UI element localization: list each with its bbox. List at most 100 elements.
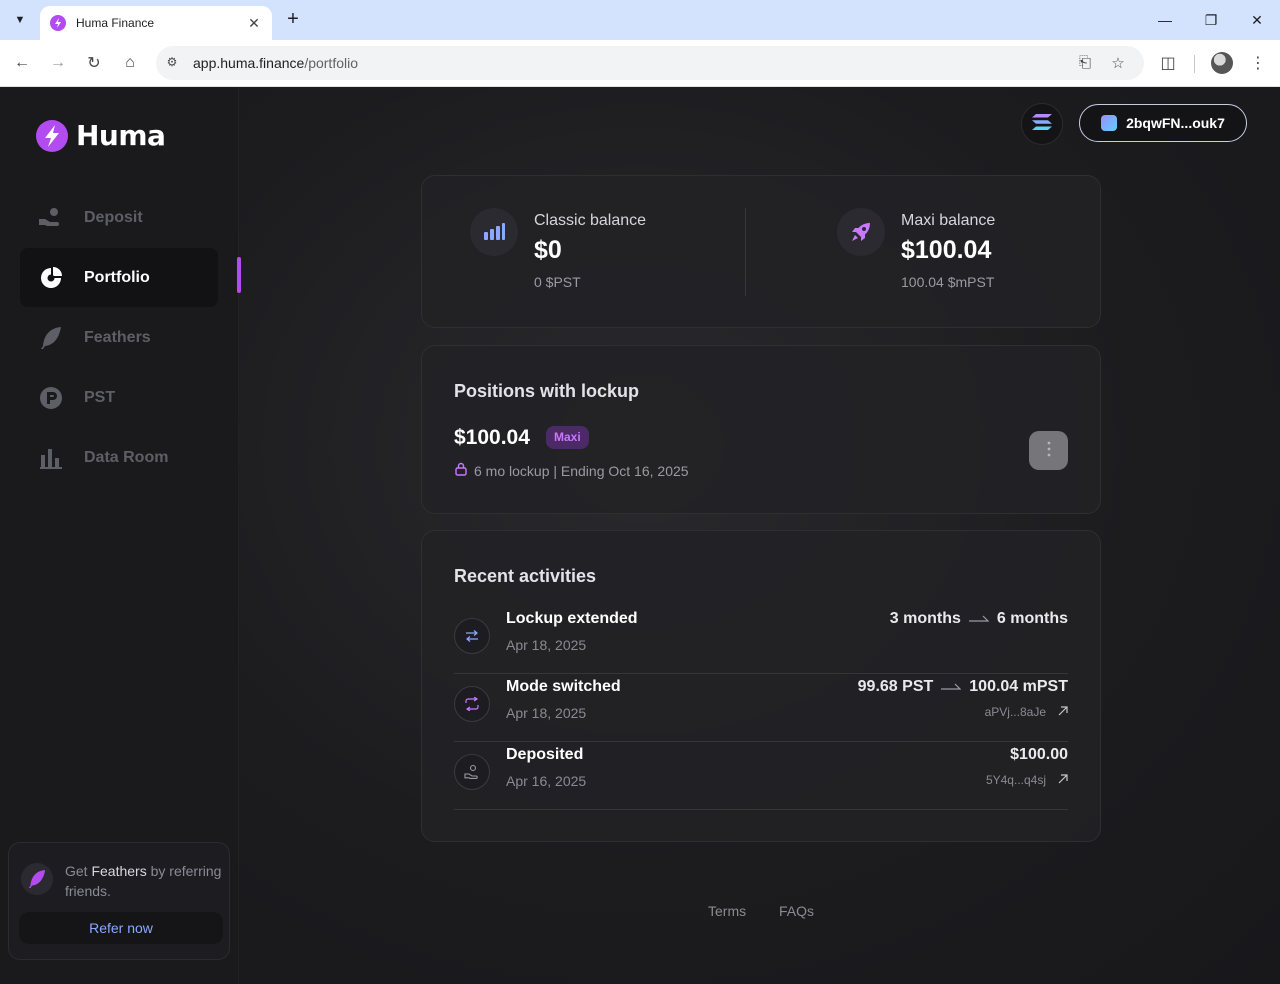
huma-favicon-icon [50,15,66,31]
reload-icon[interactable]: ↻ [82,51,106,75]
balance-card: Classic balance $0 0 $PST Maxi balance $… [421,175,1101,328]
external-link-icon [1058,705,1068,719]
sidebar-item-pst[interactable]: PST [20,368,218,427]
sidebar: Huma Deposit Portfolio Feathers PST Data… [0,87,239,984]
close-icon[interactable]: ✕ [246,15,262,32]
position-detail: 6 mo lockup | Ending Oct 16, 2025 [454,462,689,479]
activity-date: Apr 18, 2025 [506,705,587,721]
classic-balance-value: $0 [534,236,562,264]
classic-balance-sub: 0 $PST [534,274,581,290]
activity-title: Deposited [506,746,584,763]
activity-tx-link[interactable]: 5Y4q...q4sj [986,773,1068,787]
more-menu-icon[interactable]: ⋮ [1246,51,1270,75]
maxi-balance-sub: 100.04 $mPST [901,274,995,290]
referral-text-prefix: Get [65,863,88,879]
activity-amount-wrap: $100.00 [1010,746,1068,764]
brand-name: Huma [76,119,166,152]
browser-tab[interactable]: Huma Finance ✕ [40,6,272,40]
activity-amount: $100.00 [1010,746,1068,763]
address-bar[interactable]: ⚙ app.huma.finance/portfolio ⎗ ☆ [156,46,1144,80]
deposit-icon [454,754,490,790]
activity-title: Mode switched [506,678,621,695]
kebab-menu-icon [1047,441,1051,460]
network-button[interactable] [1021,103,1063,145]
sidebar-item-data-room[interactable]: Data Room [20,428,218,487]
referral-card: Get Feathers by referring friends. Refer… [8,842,230,960]
home-icon[interactable]: ⌂ [118,51,142,75]
external-link-icon [1058,773,1068,787]
browser-toolbar: ← → ↻ ⌂ ⚙ app.huma.finance/portfolio ⎗ ☆… [0,40,1280,87]
toolbar-divider [1194,55,1195,73]
position-detail-text: 6 mo lockup | Ending Oct 16, 2025 [474,462,689,479]
back-icon[interactable]: ← [10,51,34,75]
sidebar-item-deposit[interactable]: Deposit [20,188,218,247]
activity-from: 3 months [889,610,961,627]
sidebar-item-portfolio[interactable]: Portfolio [20,248,218,307]
sidebar-item-label: PST [84,388,116,406]
activity-row: Deposited Apr 16, 2025 $100.00 5Y4q...q4… [454,742,1068,810]
solana-icon [1032,113,1052,135]
wallet-button[interactable]: 2bqwFN...ouk7 [1079,104,1247,142]
install-app-icon[interactable]: ⎗ [1075,54,1095,74]
activity-row: Mode switched Apr 18, 2025 99.68 PST 100… [454,674,1068,742]
bookmark-star-icon[interactable]: ☆ [1108,54,1128,74]
classic-balance-title: Classic balance [534,212,647,229]
tab-search-button[interactable]: ▼ [8,8,32,32]
position-menu-button[interactable] [1029,431,1068,470]
huma-logo[interactable]: Huma [36,119,166,152]
sidebar-item-feathers[interactable]: Feathers [20,308,218,367]
feather-icon [38,325,64,351]
url-host: app.huma.finance [193,55,305,71]
bar-chart-icon [38,445,64,471]
wallet-icon [1101,115,1118,131]
new-tab-button[interactable]: + [282,8,304,30]
activity-change: 3 months 6 months [890,610,1068,628]
deposit-icon [38,205,64,231]
activity-from: 99.68 PST [857,678,934,695]
chevron-down-icon: ▼ [14,14,26,26]
activity-title: Lockup extended [506,610,638,627]
forward-icon[interactable]: → [46,51,70,75]
arrow-right-icon [968,610,990,628]
extensions-icon[interactable]: ◫ [1156,51,1180,75]
refer-now-button[interactable]: Refer now [19,912,223,944]
maxi-balance-title: Maxi balance [901,212,996,229]
positions-card: Positions with lockup $100.04 Maxi 6 mo … [421,345,1101,514]
window-close-icon[interactable]: ✕ [1245,8,1269,32]
classic-balance: Classic balance $0 0 $PST [422,176,745,329]
url-path: /portfolio [304,55,359,71]
restore-icon[interactable]: ❐ [1199,8,1223,32]
minimize-icon[interactable]: — [1153,8,1177,32]
referral-text: Get Feathers by referring friends. [65,861,225,901]
activity-to: 6 months [996,610,1068,627]
activity-tx-hash: 5Y4q...q4sj [985,773,1046,787]
positions-title: Positions with lockup [454,381,640,401]
url-text[interactable]: app.huma.finance/portfolio [193,55,358,71]
terms-link[interactable]: Terms [708,903,746,919]
lock-icon [454,462,468,479]
rocket-icon [837,208,885,256]
arrow-right-icon [941,678,962,696]
sidebar-item-label: Deposit [84,208,143,226]
pst-icon [38,385,64,411]
site-settings-icon[interactable]: ⚙ [164,55,180,71]
wallet-address: 2bqwFN...ouk7 [1126,115,1225,131]
app-root: Huma Deposit Portfolio Feathers PST Data… [0,87,1280,984]
activity-change: 99.68 PST 100.04 mPST [858,678,1068,696]
active-nav-indicator [237,257,241,293]
activity-row: Lockup extended Apr 18, 2025 3 months 6 … [454,606,1068,674]
huma-logo-icon [36,119,68,152]
browser-tab-bar: ▼ Huma Finance ✕ + — ❐ ✕ [0,0,1280,40]
mode-badge: Maxi [546,426,589,449]
sidebar-item-label: Portfolio [84,268,150,286]
activity-tx-link[interactable]: aPVj...8aJe [985,705,1068,719]
feather-icon [21,863,53,895]
profile-avatar[interactable] [1211,52,1233,74]
faqs-link[interactable]: FAQs [779,903,814,919]
sidebar-item-label: Data Room [84,448,169,466]
swap-icon [454,686,490,722]
activity-date: Apr 18, 2025 [506,637,587,653]
tab-title: Huma Finance [76,16,155,30]
activity-date: Apr 16, 2025 [506,773,587,789]
activities-card: Recent activities Lockup extended Apr 18… [421,530,1101,842]
